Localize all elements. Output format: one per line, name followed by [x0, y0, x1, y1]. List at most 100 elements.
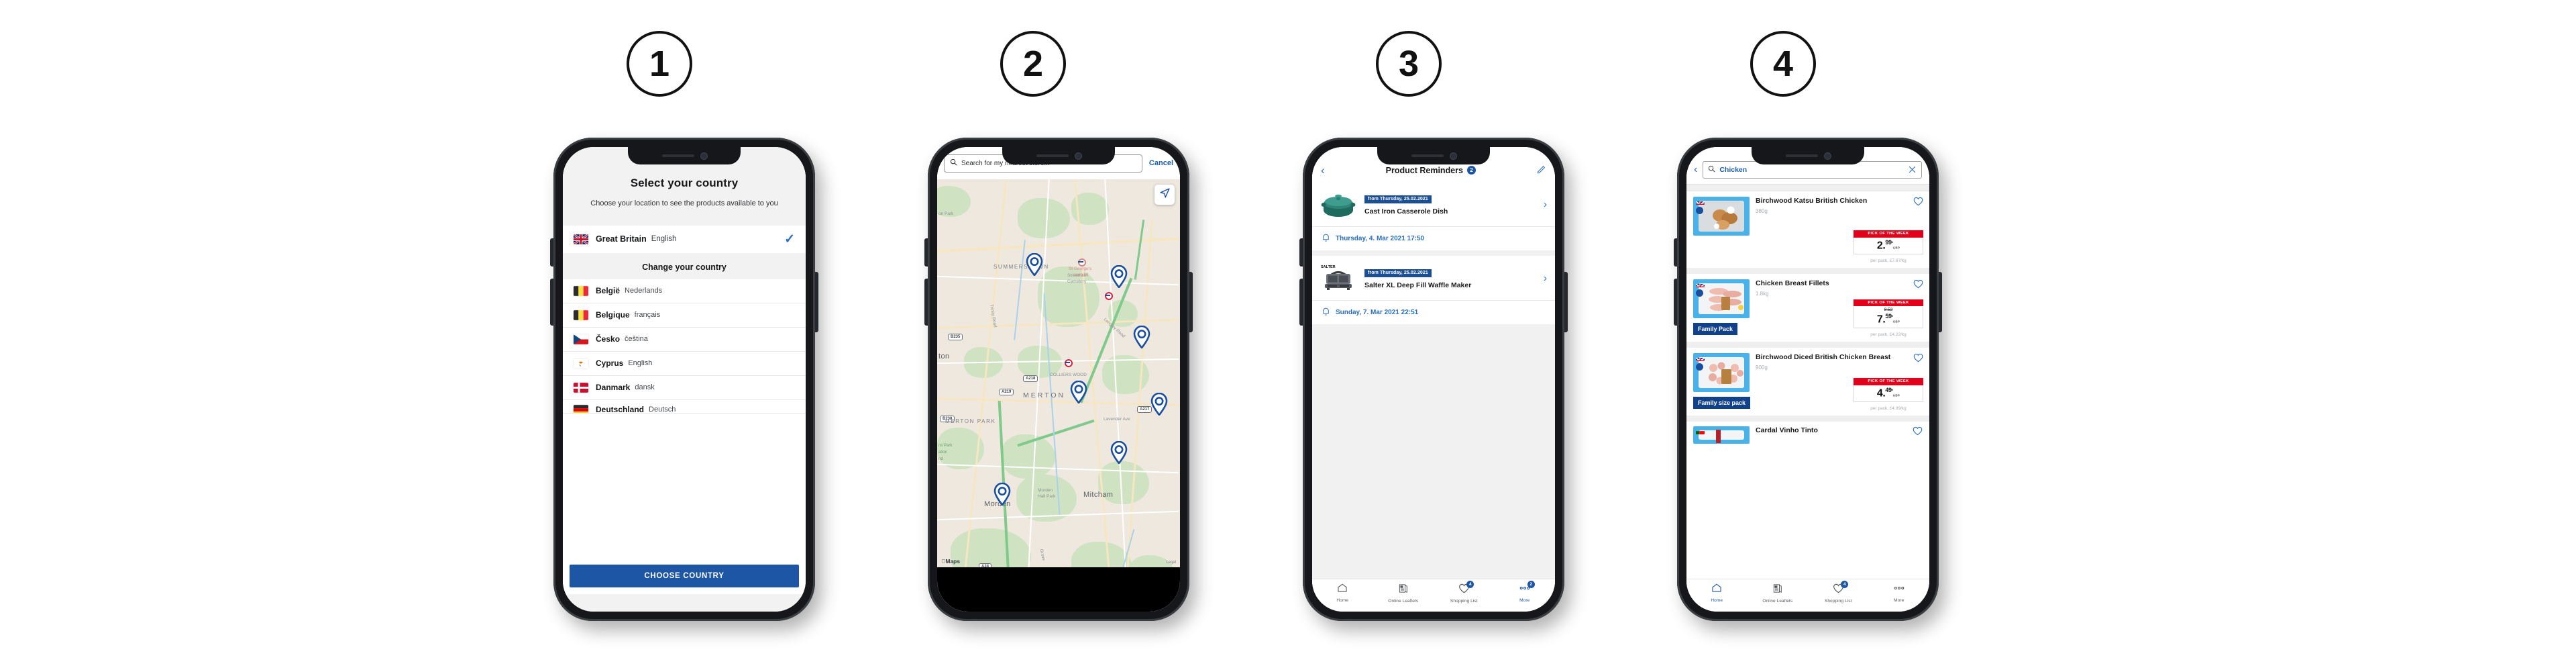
- tab-more[interactable]: More: [1869, 583, 1930, 604]
- step-badge-3: 3: [1376, 31, 1442, 97]
- tab-shopping-list[interactable]: 4 Shopping List: [1434, 581, 1495, 604]
- heart-outline-icon[interactable]: [1913, 279, 1923, 290]
- store-pin[interactable]: [1133, 326, 1150, 348]
- store-pin[interactable]: [1110, 441, 1128, 464]
- country-language: dansk: [635, 383, 655, 392]
- reminder-alert-datetime: Sunday, 7. Mar 2021 22:51: [1336, 309, 1419, 316]
- tab-label: Online Leaflets: [1388, 599, 1419, 604]
- step-number: 3: [1398, 44, 1419, 84]
- search-icon: [1708, 164, 1715, 176]
- product-results-list[interactable]: Birchwood Katsu British Chicken 380g PIC…: [1686, 191, 1929, 579]
- locate-me-button[interactable]: [1155, 185, 1175, 205]
- reminder-product-row[interactable]: from Thursday, 25.02.2021 Cast Iron Cass…: [1312, 182, 1555, 226]
- tab-shopping-list[interactable]: 4 Shopping List: [1808, 581, 1869, 604]
- close-icon[interactable]: [1908, 165, 1917, 175]
- tab-label: Online Leaflets: [1762, 599, 1793, 604]
- product-card[interactable]: Birchwood Diced British Chicken Breast 9…: [1686, 348, 1929, 422]
- reminder-texts: from Thursday, 25.02.2021 Cast Iron Cass…: [1364, 191, 1534, 217]
- store-pin[interactable]: [1150, 393, 1168, 416]
- phone-notch: [1377, 147, 1490, 164]
- map-label: ns Park: [938, 444, 953, 448]
- pick-of-the-week-badge: PICK OF THE WEEK: [1854, 378, 1923, 385]
- map-label: Cemetery: [1067, 279, 1087, 284]
- list-item[interactable]: Česko čeština: [563, 328, 806, 352]
- country-name: Cyprus: [596, 358, 624, 369]
- reminder-from-badge: from Thursday, 25.02.2021: [1364, 269, 1432, 277]
- svg-text:SALTER: SALTER: [1321, 265, 1336, 269]
- tab-home[interactable]: Home: [1686, 583, 1748, 604]
- reminder-count-badge: 2: [1466, 166, 1476, 175]
- country-list[interactable]: België Nederlands Belgique français Česk…: [563, 279, 806, 560]
- product-image-chicken-breast-fillets: [1693, 279, 1750, 318]
- tab-online-leaflets[interactable]: Online Leaflets: [1373, 583, 1434, 604]
- product-card[interactable]: Chicken Breast Fillets 1.8kg Family Pack…: [1686, 274, 1929, 348]
- section-divider: [1312, 250, 1555, 256]
- power-button[interactable]: [1189, 272, 1193, 332]
- map-label: Lavender Ave: [1104, 417, 1130, 422]
- phone-notch: [1002, 147, 1115, 164]
- store-pin[interactable]: [1070, 381, 1087, 403]
- store-pin[interactable]: [1110, 265, 1128, 288]
- power-button[interactable]: [1939, 272, 1942, 332]
- map-label: Mitcham: [1083, 491, 1114, 499]
- pick-of-the-week-badge: PICK OF THE WEEK: [1854, 230, 1923, 238]
- phone-screen: ‹ Chicken Birchwood Katsu British Chicke…: [1686, 147, 1929, 612]
- power-button[interactable]: [815, 272, 818, 332]
- reminder-alert-row[interactable]: Sunday, 7. Mar 2021 22:51: [1312, 300, 1555, 324]
- page-title: Product Reminders 2: [1325, 166, 1537, 175]
- search-results-screen: ‹ Chicken Birchwood Katsu British Chicke…: [1686, 147, 1929, 612]
- map-label: St George's: [1069, 267, 1092, 271]
- power-button[interactable]: [1564, 272, 1568, 332]
- choose-country-button[interactable]: CHOOSE COUNTRY: [570, 565, 799, 587]
- cancel-button[interactable]: Cancel: [1149, 159, 1173, 167]
- store-pin[interactable]: [994, 483, 1011, 506]
- map-legal-link[interactable]: Legal: [1166, 561, 1176, 565]
- tab-home[interactable]: Home: [1312, 583, 1373, 604]
- pick-of-the-week-badge: PICK OF THE WEEK: [1854, 299, 1923, 307]
- map-label: ation: [938, 450, 948, 454]
- tab-online-leaflets[interactable]: Online Leaflets: [1748, 583, 1809, 604]
- reminder-alert-row[interactable]: Thursday, 4. Mar 2021 17:50: [1312, 226, 1555, 250]
- country-language: čeština: [625, 335, 648, 344]
- phone-mockup-search-results: ‹ Chicken Birchwood Katsu British Chicke…: [1674, 138, 1942, 621]
- tab-label: More: [1519, 598, 1530, 603]
- list-item[interactable]: België Nederlands: [563, 279, 806, 303]
- list-item[interactable]: Danmark dansk: [563, 376, 806, 400]
- map-canvas[interactable]: B235 A218 A219 B238 A217 A297 A24 on Par…: [937, 179, 1180, 567]
- step-number: 2: [1022, 44, 1044, 84]
- waffle-maker-icon: SALTER: [1319, 263, 1358, 293]
- union-jack-badge-icon: [1696, 199, 1705, 205]
- flag-cy-icon: [574, 358, 588, 369]
- search-results-divider: [1686, 184, 1929, 191]
- page-subtitle: Choose your location to see the products…: [590, 199, 778, 207]
- map-label: MERTON: [1023, 391, 1066, 399]
- product-card-partial[interactable]: Cardal Vinho Tinto: [1686, 422, 1929, 444]
- reminder-product-row[interactable]: SALTER from Thursday, 25.02.2021 Salter …: [1312, 256, 1555, 300]
- heart-outline-icon[interactable]: [1913, 197, 1923, 207]
- union-jack-badge-icon: [1696, 355, 1705, 361]
- list-item[interactable]: Cyprus English: [563, 352, 806, 376]
- country-language: Nederlands: [625, 287, 663, 295]
- list-item[interactable]: Deutschland Deutsch: [563, 400, 806, 414]
- pencil-icon[interactable]: [1537, 164, 1546, 176]
- tab-more[interactable]: 2 More: [1495, 581, 1556, 604]
- list-item[interactable]: Belgique français: [563, 303, 806, 328]
- product-price: 2.99*GBP: [1876, 238, 1900, 251]
- road-shield: A219: [999, 389, 1014, 395]
- store-pin[interactable]: [1026, 253, 1043, 276]
- heart-outline-icon[interactable]: [1913, 353, 1923, 364]
- chevron-right-icon[interactable]: ›: [1541, 273, 1547, 284]
- union-jack-badge-icon: [1696, 281, 1705, 287]
- current-country-row[interactable]: Great Britain English ✓: [563, 225, 806, 253]
- navigation-arrow-icon: [1159, 187, 1171, 202]
- flag-cz-icon: [574, 334, 588, 344]
- map-label: on Park: [938, 211, 954, 216]
- country-name: Great Britain: [596, 234, 647, 244]
- heart-outline-icon[interactable]: [1913, 426, 1923, 439]
- product-card[interactable]: Birchwood Katsu British Chicken 380g PIC…: [1686, 191, 1929, 274]
- reminder-card[interactable]: from Thursday, 25.02.2021 Cast Iron Cass…: [1312, 182, 1555, 250]
- chevron-left-icon[interactable]: ‹: [1694, 164, 1697, 175]
- chevron-right-icon[interactable]: ›: [1541, 199, 1547, 210]
- road-shield: A218: [1023, 375, 1038, 382]
- reminder-card[interactable]: SALTER from Thursday, 25.02.2021 Salter …: [1312, 256, 1555, 324]
